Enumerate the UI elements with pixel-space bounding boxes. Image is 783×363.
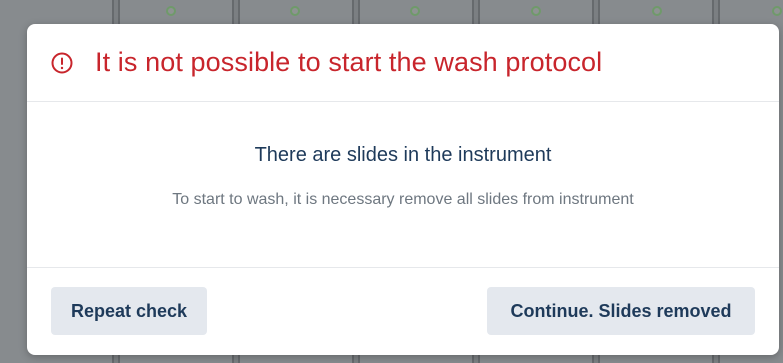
background-indicator-icon bbox=[410, 6, 420, 16]
background-indicator-icon bbox=[531, 6, 541, 16]
repeat-check-button[interactable]: Repeat check bbox=[51, 287, 207, 335]
alert-circle-icon bbox=[51, 52, 73, 73]
dialog-title: It is not possible to start the wash pro… bbox=[95, 47, 603, 77]
background-indicator-icon bbox=[652, 6, 662, 16]
dialog-footer: Repeat check Continue. Slides removed bbox=[27, 268, 779, 355]
dialog-body: There are slides in the instrument To st… bbox=[27, 102, 779, 268]
background-indicator-icon bbox=[772, 6, 782, 16]
continue-slides-removed-button[interactable]: Continue. Slides removed bbox=[487, 287, 755, 335]
error-dialog: It is not possible to start the wash pro… bbox=[27, 24, 779, 355]
background-indicator-icon bbox=[290, 6, 300, 16]
dialog-header: It is not possible to start the wash pro… bbox=[27, 24, 779, 102]
dialog-heading: There are slides in the instrument bbox=[254, 144, 552, 166]
dialog-message: To start to wash, it is necessary remove… bbox=[172, 191, 634, 208]
background-indicator-icon bbox=[166, 6, 176, 16]
